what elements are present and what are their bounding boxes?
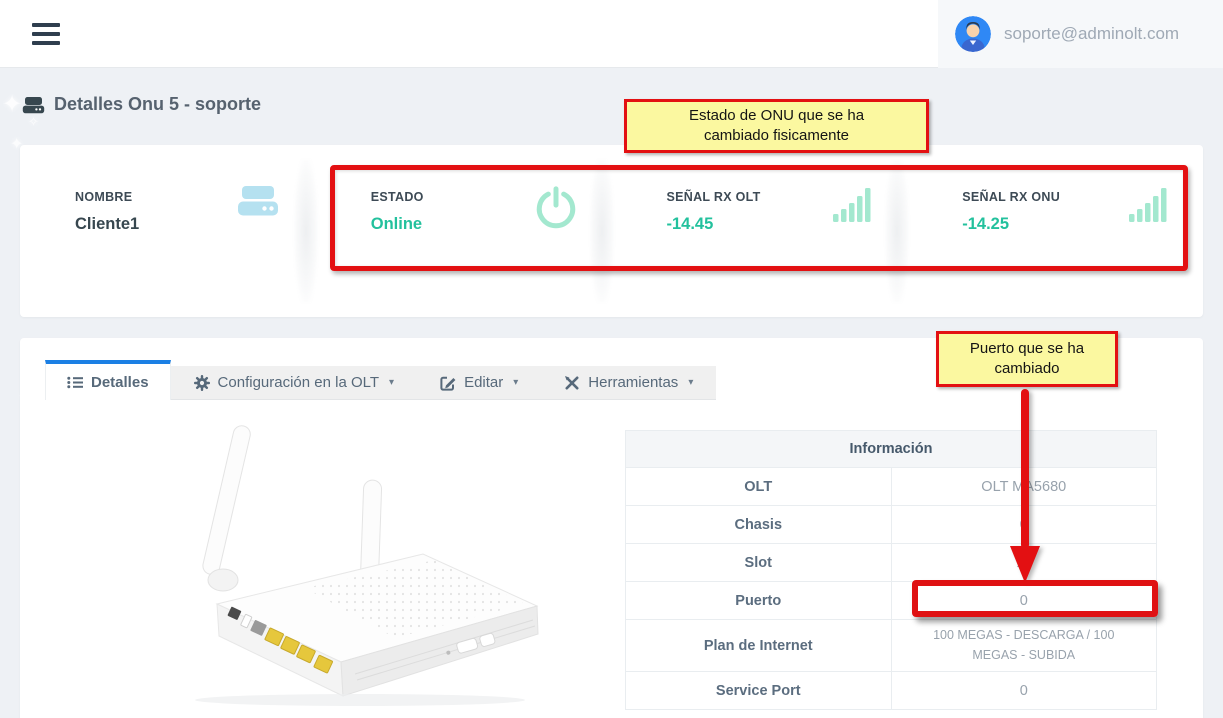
- annotation-callout-puerto: Puerto que se ha cambiado: [936, 331, 1118, 387]
- gear-icon: [194, 375, 210, 391]
- row-value: 0: [891, 672, 1157, 710]
- tab-configuracion-olt[interactable]: Configuración en la OLT ▾: [171, 366, 418, 400]
- tab-label: Editar: [464, 374, 503, 391]
- sparkle-decoration: ✦: [30, 296, 40, 310]
- chevron-down-icon: ▾: [513, 377, 518, 388]
- sparkle-decoration: ✦: [10, 134, 23, 154]
- row-label: Service Port: [626, 672, 892, 710]
- table-row-slot: Slot 11: [626, 544, 1157, 582]
- tab-herramientas[interactable]: Herramientas ▾: [541, 366, 716, 400]
- row-label: Slot: [626, 544, 892, 582]
- chevron-down-icon: ▾: [688, 377, 693, 388]
- annotation-callout-estado: Estado de ONU que se ha cambiado fisicam…: [624, 99, 929, 153]
- tab-label: Configuración en la OLT: [218, 374, 379, 391]
- list-icon: [67, 376, 83, 389]
- tab-label: Detalles: [91, 374, 149, 391]
- annotation-red-rectangle-estado: [330, 165, 1188, 271]
- user-menu[interactable]: soporte@adminolt.com: [938, 0, 1223, 68]
- device-icon: [234, 185, 282, 218]
- row-label: OLT: [626, 468, 892, 506]
- sparkle-decoration: ✧: [24, 240, 34, 254]
- avatar: [955, 16, 991, 52]
- info-table: Información OLT OLT MA5680 Chasis 0 Slot…: [625, 430, 1157, 710]
- table-title: Información: [626, 431, 1157, 468]
- table-row-chasis: Chasis 0: [626, 506, 1157, 544]
- onu-device-icon: [22, 96, 45, 114]
- top-navbar: soporte@adminolt.com: [0, 0, 1223, 68]
- tab-bar: Detalles Configuraci: [45, 360, 716, 400]
- page-title-text: Detalles Onu 5 - soporte: [54, 94, 261, 115]
- table-row-olt: OLT OLT MA5680: [626, 468, 1157, 506]
- tools-icon: [564, 375, 580, 391]
- tab-editar[interactable]: Editar ▾: [417, 366, 541, 400]
- user-email[interactable]: soporte@adminolt.com: [1004, 24, 1179, 44]
- table-header-row: Información: [626, 431, 1157, 468]
- table-row-service-port: Service Port 0: [626, 672, 1157, 710]
- hamburger-menu-icon[interactable]: [32, 23, 60, 45]
- row-value: 100 MEGAS - DESCARGA / 100 MEGAS - SUBID…: [891, 620, 1157, 672]
- callout-text: cambiado fisicamente: [704, 126, 849, 146]
- callout-text: cambiado: [994, 359, 1059, 379]
- annotation-red-box-puerto-value: [912, 580, 1158, 617]
- callout-text: Puerto que se ha: [970, 339, 1084, 359]
- tab-label: Herramientas: [588, 374, 678, 391]
- row-label: Chasis: [626, 506, 892, 544]
- row-label: Plan de Internet: [626, 620, 892, 672]
- sparkle-decoration: ✧: [18, 388, 30, 405]
- callout-text: Estado de ONU que se ha: [689, 106, 864, 126]
- chevron-down-icon: ▾: [389, 377, 394, 388]
- sparkle-decoration: ✧: [28, 114, 39, 130]
- sparkle-decoration: ✦: [2, 90, 22, 119]
- page-title: Detalles Onu 5 - soporte: [22, 94, 261, 115]
- status-item-nombre: NOMBRE Cliente1: [20, 145, 316, 317]
- edit-icon: [440, 375, 456, 391]
- tab-strip: Configuración en la OLT ▾ Editar ▾: [171, 366, 717, 400]
- row-label: Puerto: [626, 582, 892, 620]
- tab-detalles[interactable]: Detalles: [45, 360, 171, 400]
- router-product-image: [105, 408, 545, 708]
- table-row-plan-internet: Plan de Internet 100 MEGAS - DESCARGA / …: [626, 620, 1157, 672]
